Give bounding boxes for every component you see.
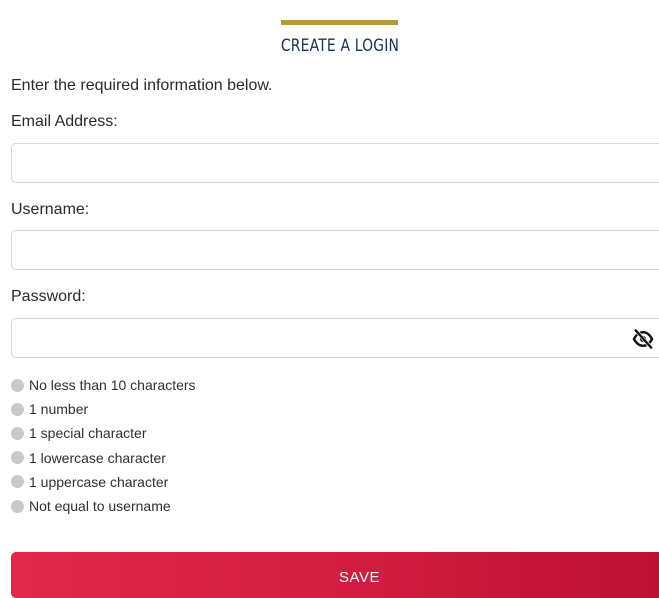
rule-status-dot-icon xyxy=(11,402,24,416)
password-rule: 1 number xyxy=(11,397,196,421)
password-rule: 1 special character xyxy=(11,421,196,445)
username-label: Username: xyxy=(11,201,90,218)
rule-text: 1 special character xyxy=(29,425,147,442)
rule-text: No less than 10 characters xyxy=(29,377,196,394)
password-label: Password: xyxy=(11,288,86,305)
rule-text: 1 uppercase character xyxy=(29,473,169,490)
username-input[interactable] xyxy=(11,230,659,270)
password-input[interactable] xyxy=(11,318,659,358)
eye-slash-icon[interactable] xyxy=(632,329,654,349)
title-accent-bar xyxy=(281,20,398,25)
password-rule: No less than 10 characters xyxy=(11,373,196,397)
rule-text: 1 lowercase character xyxy=(29,449,166,466)
password-rule: Not equal to username xyxy=(11,494,196,518)
page-title: CREATE A LOGIN xyxy=(280,36,400,56)
password-rule: 1 lowercase character xyxy=(11,446,196,470)
save-button-label: SAVE xyxy=(339,569,380,586)
rule-status-dot-icon xyxy=(11,378,24,392)
rule-status-dot-icon xyxy=(11,451,24,465)
rule-status-dot-icon xyxy=(11,475,24,489)
email-label: Email Address: xyxy=(11,113,118,130)
rule-status-dot-icon xyxy=(11,426,24,440)
save-button[interactable]: SAVE xyxy=(11,552,659,598)
email-input[interactable] xyxy=(11,143,659,183)
form-instructions: Enter the required information below. xyxy=(11,77,273,94)
rule-text: Not equal to username xyxy=(29,498,171,515)
rule-text: 1 number xyxy=(29,401,89,418)
rule-status-dot-icon xyxy=(11,499,24,513)
password-rule: 1 uppercase character xyxy=(11,470,196,494)
password-requirements: No less than 10 characters 1 number 1 sp… xyxy=(11,373,196,518)
